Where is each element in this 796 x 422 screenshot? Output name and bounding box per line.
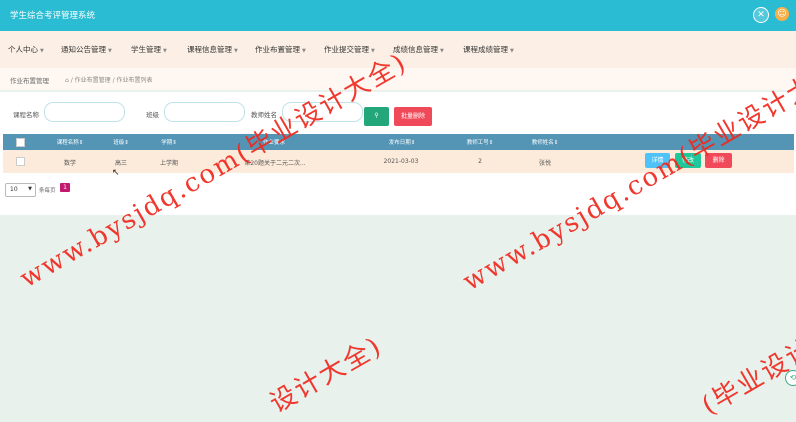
nav-item-notice[interactable]: 通知公告管理 ▼ xyxy=(61,44,112,55)
breadcrumb-path: ⌂ / 作业布置管理 / 作业布置列表 xyxy=(65,75,153,84)
nav-item-students[interactable]: 学生管理 ▼ xyxy=(131,44,167,55)
chevron-down-icon: ▼ xyxy=(28,186,32,192)
watermark: 设计大全) xyxy=(265,331,388,420)
nav-item-label: 课程成绩管理 xyxy=(463,45,508,54)
row-checkbox[interactable] xyxy=(16,157,25,166)
mouse-cursor-icon: ↖ xyxy=(112,168,120,178)
page-size-select[interactable]: 10 ▼ xyxy=(5,183,36,197)
sort-icon: ⇕ xyxy=(78,140,84,146)
column-header-term[interactable]: 学期⇕ xyxy=(161,138,177,146)
cell-course: 数学 xyxy=(63,160,77,167)
sort-icon: ⇕ xyxy=(553,140,559,146)
nav-item-course-grades[interactable]: 课程成绩管理 ▼ xyxy=(463,44,514,55)
nav-item-assignment[interactable]: 作业布置管理 ▼ xyxy=(255,44,306,55)
nav-item-submission[interactable]: 作业提交管理 ▼ xyxy=(324,44,375,55)
nav-item-label: 作业布置管理 xyxy=(255,45,300,54)
course-name-input[interactable] xyxy=(44,102,125,122)
home-icon[interactable]: ⌂ xyxy=(65,77,69,84)
cell-teacher-id: 2 xyxy=(478,158,482,165)
app-header: 学生综合考评管理系统 ✕ ☺ xyxy=(0,0,796,31)
nav-item-label: 学生管理 xyxy=(131,45,161,54)
chevron-down-icon: ▼ xyxy=(302,48,306,54)
nav-item-course-info[interactable]: 课程信息管理 ▼ xyxy=(187,44,238,55)
cell-term: 上学期 xyxy=(159,160,179,167)
pagination: 10 ▼ 条每页 1 xyxy=(3,180,794,201)
cell-class: 高三 xyxy=(114,160,128,167)
close-icon[interactable]: ✕ xyxy=(753,7,769,23)
chevron-down-icon: ▼ xyxy=(108,48,112,54)
nav-item-personal-center[interactable]: 个人中心 ▼ xyxy=(8,44,44,55)
batch-delete-button[interactable]: 批量删除 xyxy=(394,107,432,126)
chevron-down-icon: ▼ xyxy=(510,48,514,54)
user-icon[interactable]: ☺ xyxy=(775,7,789,21)
column-header-course[interactable]: 课程名称⇕ xyxy=(57,138,84,146)
course-name-label: 课程名称 xyxy=(13,111,39,119)
chevron-down-icon: ▼ xyxy=(440,48,444,54)
sort-icon: ⇕ xyxy=(410,140,416,146)
search-button[interactable]: ⚲ xyxy=(364,107,389,126)
chevron-down-icon: ▼ xyxy=(40,48,44,54)
select-all-checkbox[interactable] xyxy=(16,138,25,147)
watermark: (毕业设计大全) xyxy=(697,299,796,422)
page-title: 作业布置管理 xyxy=(10,77,49,85)
nav-item-label: 通知公告管理 xyxy=(61,45,106,54)
column-header-teacher-name[interactable]: 教师姓名⇕ xyxy=(532,138,559,146)
search-icon: ⚲ xyxy=(374,112,379,119)
column-header-date[interactable]: 发布日期⇕ xyxy=(389,138,416,146)
per-page-label: 条每页 xyxy=(39,188,56,194)
nav-item-label: 作业提交管理 xyxy=(324,45,369,54)
cell-date: 2021-03-03 xyxy=(383,158,419,165)
column-header-teacher-id[interactable]: 教师工号⇕ xyxy=(467,138,494,146)
chevron-down-icon: ▼ xyxy=(234,48,238,54)
class-label: 班级 xyxy=(146,111,159,119)
nav-item-label: 课程信息管理 xyxy=(187,45,232,54)
app-title: 学生综合考评管理系统 xyxy=(10,11,96,21)
sort-icon: ⇕ xyxy=(172,140,177,146)
page-number-current[interactable]: 1 xyxy=(60,183,70,192)
sort-icon: ⇕ xyxy=(124,140,129,146)
column-header-class[interactable]: 班级⇕ xyxy=(113,138,129,146)
nav-item-label: 个人中心 xyxy=(8,45,38,54)
breadcrumb-text[interactable]: / 作业布置管理 / 作业布置列表 xyxy=(71,77,153,84)
chevron-down-icon: ▼ xyxy=(163,48,167,54)
class-input[interactable] xyxy=(164,102,245,122)
cell-teacher-name: 张悦 xyxy=(538,160,552,167)
sort-icon: ⇕ xyxy=(488,140,494,146)
